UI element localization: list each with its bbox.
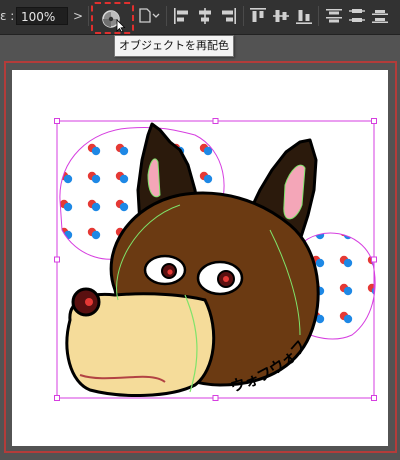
resize-handle[interactable] bbox=[371, 256, 377, 263]
resize-handle[interactable] bbox=[54, 118, 60, 124]
recolor-tooltip: オブジェクトを再配色 bbox=[114, 35, 234, 57]
resize-handle[interactable] bbox=[54, 256, 60, 263]
resize-handle[interactable] bbox=[371, 118, 377, 124]
resize-handle[interactable] bbox=[371, 395, 377, 401]
dog-illustration[interactable]: ウォフウォフ bbox=[0, 0, 400, 460]
resize-handle[interactable] bbox=[54, 395, 60, 401]
resize-handle[interactable] bbox=[212, 118, 219, 124]
resize-handle[interactable] bbox=[212, 395, 219, 401]
